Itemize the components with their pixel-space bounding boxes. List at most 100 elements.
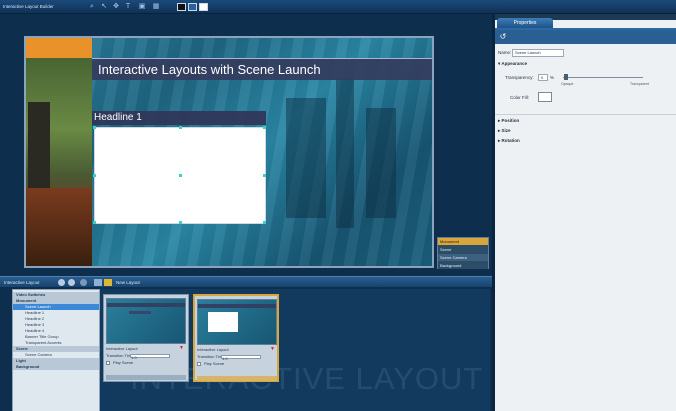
resize-handle[interactable] xyxy=(179,221,182,224)
layout-toolbar: Interactive Layout New Layout xyxy=(0,276,492,287)
card-name: Interactive Layout ▼ xyxy=(106,346,186,352)
flag-icon[interactable]: ▼ xyxy=(179,346,184,351)
swatch-black[interactable] xyxy=(177,3,186,11)
tree-item-label: Video Switches xyxy=(16,292,46,297)
pointer-icon[interactable]: ↖ xyxy=(100,3,108,11)
resize-handle[interactable] xyxy=(93,174,96,177)
flag-icon[interactable]: ▼ xyxy=(270,347,275,352)
scene-panel-camera[interactable]: Scene Camera xyxy=(438,254,488,261)
banner-title: Interactive Layouts with Scene Launch xyxy=(98,62,321,77)
inset-video xyxy=(26,38,92,266)
remove-button[interactable] xyxy=(68,279,75,286)
card-transition: Transition Time 1.0 xyxy=(197,354,277,361)
inset-floor xyxy=(26,188,92,266)
transition-input[interactable]: 1.0 xyxy=(130,354,170,360)
layout-card[interactable]: Interactive Layout ▼ Transition Time 1.0 P… xyxy=(103,294,189,382)
zoom-icon[interactable]: ⌕ xyxy=(88,3,96,11)
thumb-white-box xyxy=(208,312,238,332)
tree-item-label: Banner Title Group xyxy=(25,334,59,339)
center-handle[interactable] xyxy=(179,174,182,177)
layout-thumbnail xyxy=(197,299,277,345)
name-label: Name: xyxy=(498,50,512,55)
headline-label: Headline 1 xyxy=(94,112,142,123)
card-play: Play Scene xyxy=(106,360,186,366)
slider-max-label: Transparent xyxy=(630,82,649,86)
background-shape xyxy=(366,108,396,218)
scene-panel-background[interactable]: Background xyxy=(438,262,488,269)
background-shape xyxy=(336,78,354,228)
folder-icon[interactable] xyxy=(104,279,112,286)
card-name: Interactive Layout ▼ xyxy=(197,347,277,353)
color-fill-label: Color Fill: xyxy=(510,95,530,100)
settings-button[interactable] xyxy=(80,279,87,286)
layout-card-selected[interactable]: Interactive Layout ▼ Transition Time 1.0 P… xyxy=(193,294,279,382)
tree-item-label: Light xyxy=(16,358,26,363)
app-title: Interactive Layout Builder xyxy=(3,4,54,9)
card-name-text: Interactive Layout xyxy=(106,346,138,351)
rotation-label: Rotation xyxy=(501,138,520,143)
resize-handle[interactable] xyxy=(263,126,266,129)
add-button[interactable] xyxy=(58,279,65,286)
inset-accent xyxy=(26,38,92,58)
transparency-input[interactable]: 0 xyxy=(538,74,548,81)
appearance-label: Appearance xyxy=(501,61,528,66)
image-icon[interactable]: ▣ xyxy=(138,3,146,11)
scene-panel-monument[interactable]: Monument xyxy=(438,238,488,245)
thumb-banner xyxy=(198,304,276,308)
transition-input[interactable]: 1.0 xyxy=(221,355,261,361)
resize-handle[interactable] xyxy=(93,126,96,129)
transparency-slider[interactable] xyxy=(563,77,643,78)
properties-toolbar: ↺ xyxy=(495,30,676,44)
card-footer xyxy=(197,376,277,381)
scene-launch-box[interactable] xyxy=(93,126,266,224)
scene-panel-scene[interactable]: Scene xyxy=(438,246,488,253)
swatch-blue[interactable] xyxy=(188,3,197,11)
scene-panel: Monument Scene Scene Camera Background xyxy=(437,237,489,269)
slider-thumb[interactable] xyxy=(564,74,569,80)
move-icon[interactable]: ✥ xyxy=(112,3,120,11)
layout-thumbnail xyxy=(106,298,186,344)
workspace: Interactive Layouts with Scene Launch He… xyxy=(0,14,492,411)
divider xyxy=(495,114,676,115)
section-appearance[interactable]: ▾ Appearance xyxy=(498,60,673,68)
new-layout-button[interactable]: New Layout xyxy=(116,280,140,285)
title-banner[interactable]: Interactive Layouts with Scene Launch xyxy=(92,58,432,80)
resize-handle[interactable] xyxy=(263,174,266,177)
resize-handle[interactable] xyxy=(263,221,266,224)
layout-tree: Video Switches Monument Scene Launch Hea… xyxy=(12,289,100,411)
inset-camera xyxy=(28,102,50,188)
slider-min-label: Opaque xyxy=(561,82,574,86)
tab-properties[interactable]: Properties xyxy=(497,18,553,28)
play-checkbox[interactable] xyxy=(106,361,110,365)
name-input[interactable]: Scene Launch xyxy=(512,49,564,57)
background-shape xyxy=(286,98,326,218)
tree-item-label: Scene Camera xyxy=(25,352,52,357)
play-checkbox[interactable] xyxy=(197,362,201,366)
resize-handle[interactable] xyxy=(179,126,182,129)
grid-icon[interactable]: ▦ xyxy=(152,3,160,11)
transparency-label: Transparency: xyxy=(505,75,534,80)
tree-item-label: Scene xyxy=(16,346,28,351)
tree-item[interactable]: Background xyxy=(13,364,99,370)
swatch-white[interactable] xyxy=(199,3,208,11)
section-size[interactable]: ▸ Size xyxy=(498,127,673,135)
tree-item-label: Headline 4 xyxy=(25,328,45,333)
resize-handle[interactable] xyxy=(93,221,96,224)
view-toggle-button[interactable] xyxy=(94,279,102,286)
preview-canvas[interactable]: Interactive Layouts with Scene Launch He… xyxy=(24,36,434,268)
color-fill-swatch[interactable] xyxy=(538,92,552,102)
play-label: Play Scene xyxy=(204,361,225,366)
headline-banner[interactable]: Headline 1 xyxy=(92,111,266,125)
tree-item-label: Background xyxy=(16,364,40,369)
preview-scrubber[interactable] xyxy=(26,266,432,268)
tree-item-label: Headline 2 xyxy=(25,316,45,321)
thumb-banner xyxy=(107,303,185,307)
tree-item-label: Scene Launch xyxy=(25,304,51,309)
undo-icon[interactable]: ↺ xyxy=(498,32,508,42)
text-icon[interactable]: T xyxy=(124,3,132,11)
section-rotation[interactable]: ▸ Rotation xyxy=(498,137,673,145)
tree-item-label: Monument xyxy=(16,298,37,303)
section-position[interactable]: ▸ Position xyxy=(498,117,673,125)
app-toolbar: Interactive Layout Builder ⌕ ↖ ✥ T ▣ ▦ xyxy=(0,0,676,14)
tree-item-label: Headline 3 xyxy=(25,322,45,327)
